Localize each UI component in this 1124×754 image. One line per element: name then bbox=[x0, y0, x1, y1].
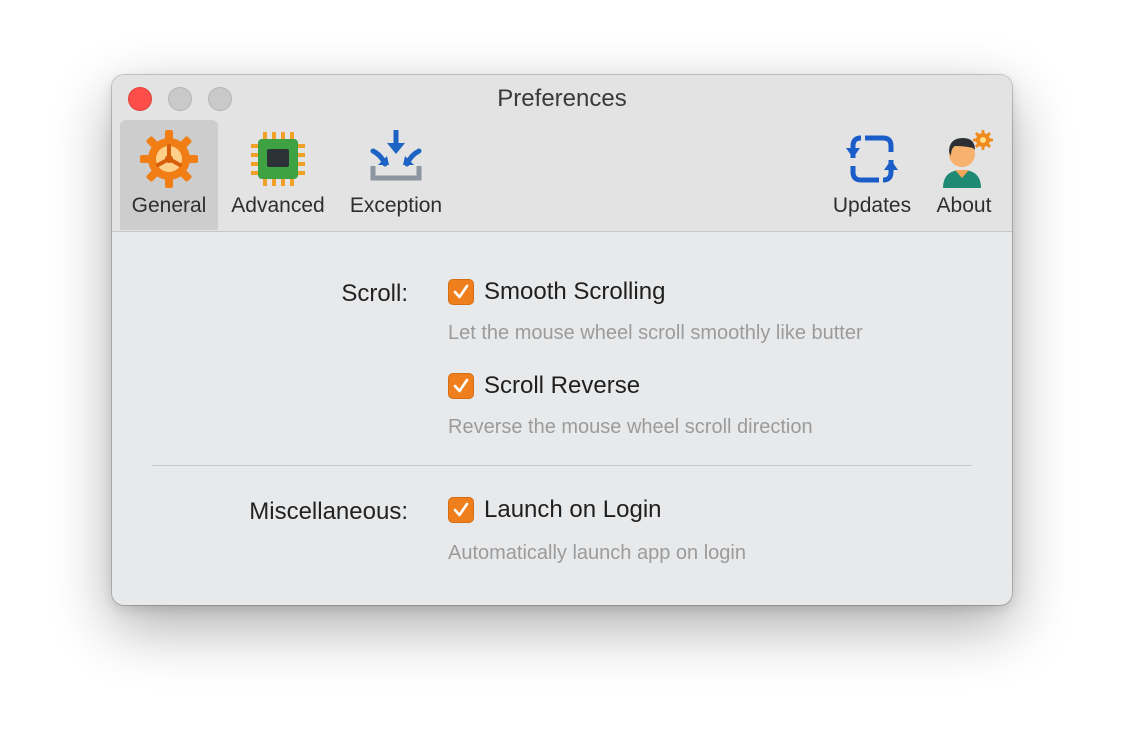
checkmark-icon bbox=[453, 502, 469, 517]
scroll-section-label: Scroll: bbox=[341, 280, 408, 307]
scroll-reverse-label[interactable]: Scroll Reverse bbox=[484, 372, 640, 400]
checkmark-icon bbox=[453, 284, 469, 299]
tab-exception[interactable]: Exception bbox=[340, 120, 452, 230]
misc-section-label: Miscellaneous: bbox=[249, 498, 408, 525]
window-title: Preferences bbox=[497, 85, 627, 112]
tab-general-label: General bbox=[131, 194, 207, 217]
tab-exception-label: Exception bbox=[349, 194, 443, 217]
general-pane: Scroll: Smooth Scrolling Let the mouse w… bbox=[112, 232, 1012, 605]
tab-advanced-label: Advanced bbox=[231, 194, 325, 217]
title-bar: Preferences General Advanced Exception U… bbox=[112, 75, 1012, 232]
preferences-window: Preferences General Advanced Exception U… bbox=[112, 75, 1012, 605]
scroll-reverse-description: Reverse the mouse wheel scroll direction bbox=[448, 416, 813, 438]
launch-on-login-checkbox[interactable] bbox=[448, 497, 474, 523]
smooth-scrolling-option[interactable]: Smooth Scrolling bbox=[448, 278, 665, 306]
tab-updates[interactable]: Updates bbox=[824, 120, 920, 230]
scroll-reverse-checkbox[interactable] bbox=[448, 373, 474, 399]
person-icon bbox=[943, 130, 993, 188]
launch-on-login-label[interactable]: Launch on Login bbox=[484, 496, 662, 524]
tab-about[interactable]: About bbox=[926, 120, 1002, 230]
launch-on-login-description: Automatically launch app on login bbox=[448, 542, 746, 564]
launch-on-login-option[interactable]: Launch on Login bbox=[448, 496, 662, 524]
section-divider bbox=[152, 465, 972, 466]
tab-about-label: About bbox=[936, 194, 992, 217]
checkmark-icon bbox=[453, 378, 469, 393]
exception-icon bbox=[370, 130, 422, 181]
tab-updates-label: Updates bbox=[832, 194, 912, 217]
tab-general[interactable]: General bbox=[120, 120, 218, 230]
chip-icon bbox=[251, 132, 305, 186]
smooth-scrolling-label[interactable]: Smooth Scrolling bbox=[484, 278, 665, 306]
scroll-reverse-option[interactable]: Scroll Reverse bbox=[448, 372, 640, 400]
smooth-scrolling-checkbox[interactable] bbox=[448, 279, 474, 305]
smooth-scrolling-description: Let the mouse wheel scroll smoothly like… bbox=[448, 322, 863, 344]
gear-icon bbox=[140, 130, 198, 188]
tab-advanced[interactable]: Advanced bbox=[224, 120, 332, 230]
refresh-icon bbox=[846, 135, 898, 183]
